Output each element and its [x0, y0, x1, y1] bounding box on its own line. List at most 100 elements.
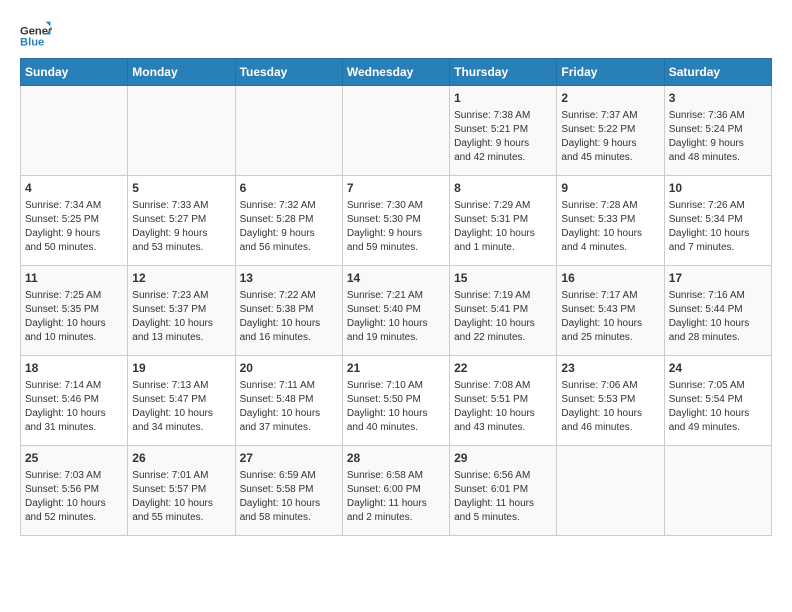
- day-info: Sunrise: 7:38 AM Sunset: 5:21 PM Dayligh…: [454, 109, 552, 165]
- day-info: Sunrise: 7:10 AM Sunset: 5:50 PM Dayligh…: [347, 379, 445, 435]
- calendar-cell: 23 Sunrise: 7:06 AM Sunset: 5:53 PM Dayli…: [557, 356, 664, 446]
- weekday-header-monday: Monday: [128, 59, 235, 86]
- day-info: Sunrise: 7:05 AM Sunset: 5:54 PM Dayligh…: [669, 379, 767, 435]
- day-info: Sunrise: 7:06 AM Sunset: 5:53 PM Dayligh…: [561, 379, 659, 435]
- calendar-week-1: 1 Sunrise: 7:38 AM Sunset: 5:21 PM Daylig…: [21, 86, 772, 176]
- logo-icon: General Blue: [20, 20, 52, 48]
- calendar-cell: 25Sunrise: 7:03 AM Sunset: 5:56 PM Dayli…: [21, 446, 128, 536]
- calendar-cell: 15 Sunrise: 7:19 AM Sunset: 5:41 PM Dayli…: [450, 266, 557, 356]
- calendar-table: SundayMondayTuesdayWednesdayThursdayFrid…: [20, 58, 772, 536]
- day-number: 16: [561, 270, 659, 287]
- day-number: 22: [454, 360, 552, 377]
- day-number: 26: [132, 450, 230, 467]
- calendar-cell: 27 Sunrise: 6:59 AM Sunset: 5:58 PM Dayli…: [235, 446, 342, 536]
- day-info: Sunrise: 7:23 AM Sunset: 5:37 PM Dayligh…: [132, 289, 230, 345]
- day-number: 19: [132, 360, 230, 377]
- weekday-header-tuesday: Tuesday: [235, 59, 342, 86]
- day-info: Sunrise: 7:21 AM Sunset: 5:40 PM Dayligh…: [347, 289, 445, 345]
- calendar-cell: [235, 86, 342, 176]
- svg-text:General: General: [20, 25, 52, 37]
- day-number: 2: [561, 90, 659, 107]
- day-info: Sunrise: 7:11 AM Sunset: 5:48 PM Dayligh…: [240, 379, 338, 435]
- weekday-header-thursday: Thursday: [450, 59, 557, 86]
- calendar-cell: 22 Sunrise: 7:08 AM Sunset: 5:51 PM Dayli…: [450, 356, 557, 446]
- calendar-cell: 11 Sunrise: 7:25 AM Sunset: 5:35 PM Dayli…: [21, 266, 128, 356]
- day-number: 10: [669, 180, 767, 197]
- day-info: Sunrise: 7:01 AM Sunset: 5:57 PM Dayligh…: [132, 469, 230, 525]
- calendar-cell: 28Sunrise: 6:58 AM Sunset: 6:00 PM Dayli…: [342, 446, 449, 536]
- day-info: Sunrise: 7:36 AM Sunset: 5:24 PM Dayligh…: [669, 109, 767, 165]
- day-info: Sunrise: 7:17 AM Sunset: 5:43 PM Dayligh…: [561, 289, 659, 345]
- day-info: Sunrise: 7:03 AM Sunset: 5:56 PM Dayligh…: [25, 469, 123, 525]
- calendar-cell: 4 Sunrise: 7:34 AM Sunset: 5:25 PM Daylig…: [21, 176, 128, 266]
- calendar-cell: 24Sunrise: 7:05 AM Sunset: 5:54 PM Dayli…: [664, 356, 771, 446]
- calendar-week-2: 4 Sunrise: 7:34 AM Sunset: 5:25 PM Daylig…: [21, 176, 772, 266]
- day-info: Sunrise: 6:59 AM Sunset: 5:58 PM Dayligh…: [240, 469, 338, 525]
- day-number: 13: [240, 270, 338, 287]
- calendar-cell: 13 Sunrise: 7:22 AM Sunset: 5:38 PM Dayli…: [235, 266, 342, 356]
- day-number: 21: [347, 360, 445, 377]
- calendar-cell: 1 Sunrise: 7:38 AM Sunset: 5:21 PM Daylig…: [450, 86, 557, 176]
- day-info: Sunrise: 7:19 AM Sunset: 5:41 PM Dayligh…: [454, 289, 552, 345]
- day-number: 4: [25, 180, 123, 197]
- day-number: 23: [561, 360, 659, 377]
- calendar-cell: [557, 446, 664, 536]
- calendar-cell: 29 Sunrise: 6:56 AM Sunset: 6:01 PM Dayli…: [450, 446, 557, 536]
- day-number: 5: [132, 180, 230, 197]
- day-number: 27: [240, 450, 338, 467]
- day-number: 7: [347, 180, 445, 197]
- page-header: General Blue: [20, 20, 772, 48]
- day-number: 11: [25, 270, 123, 287]
- day-number: 15: [454, 270, 552, 287]
- calendar-cell: 17 Sunrise: 7:16 AM Sunset: 5:44 PM Dayli…: [664, 266, 771, 356]
- weekday-header-saturday: Saturday: [664, 59, 771, 86]
- logo: General Blue: [20, 20, 52, 48]
- calendar-cell: [128, 86, 235, 176]
- day-info: Sunrise: 7:25 AM Sunset: 5:35 PM Dayligh…: [25, 289, 123, 345]
- day-number: 3: [669, 90, 767, 107]
- svg-text:Blue: Blue: [20, 37, 44, 48]
- day-number: 12: [132, 270, 230, 287]
- calendar-cell: 6 Sunrise: 7:32 AM Sunset: 5:28 PM Daylig…: [235, 176, 342, 266]
- calendar-cell: 2 Sunrise: 7:37 AM Sunset: 5:22 PM Daylig…: [557, 86, 664, 176]
- calendar-cell: 9 Sunrise: 7:28 AM Sunset: 5:33 PM Daylig…: [557, 176, 664, 266]
- calendar-cell: 19 Sunrise: 7:13 AM Sunset: 5:47 PM Dayli…: [128, 356, 235, 446]
- calendar-week-3: 11 Sunrise: 7:25 AM Sunset: 5:35 PM Dayli…: [21, 266, 772, 356]
- day-number: 9: [561, 180, 659, 197]
- day-info: Sunrise: 7:26 AM Sunset: 5:34 PM Dayligh…: [669, 199, 767, 255]
- day-info: Sunrise: 7:37 AM Sunset: 5:22 PM Dayligh…: [561, 109, 659, 165]
- calendar-cell: [664, 446, 771, 536]
- day-info: Sunrise: 7:08 AM Sunset: 5:51 PM Dayligh…: [454, 379, 552, 435]
- calendar-week-4: 18Sunrise: 7:14 AM Sunset: 5:46 PM Dayli…: [21, 356, 772, 446]
- calendar-cell: 26 Sunrise: 7:01 AM Sunset: 5:57 PM Dayli…: [128, 446, 235, 536]
- weekday-header-wednesday: Wednesday: [342, 59, 449, 86]
- weekday-header-friday: Friday: [557, 59, 664, 86]
- day-number: 17: [669, 270, 767, 287]
- day-info: Sunrise: 7:34 AM Sunset: 5:25 PM Dayligh…: [25, 199, 123, 255]
- day-info: Sunrise: 6:56 AM Sunset: 6:01 PM Dayligh…: [454, 469, 552, 525]
- calendar-cell: 14 Sunrise: 7:21 AM Sunset: 5:40 PM Dayli…: [342, 266, 449, 356]
- day-number: 29: [454, 450, 552, 467]
- day-info: Sunrise: 7:28 AM Sunset: 5:33 PM Dayligh…: [561, 199, 659, 255]
- day-info: Sunrise: 6:58 AM Sunset: 6:00 PM Dayligh…: [347, 469, 445, 525]
- calendar-cell: 8Sunrise: 7:29 AM Sunset: 5:31 PM Daylig…: [450, 176, 557, 266]
- calendar-cell: 10 Sunrise: 7:26 AM Sunset: 5:34 PM Dayli…: [664, 176, 771, 266]
- calendar-cell: 7 Sunrise: 7:30 AM Sunset: 5:30 PM Daylig…: [342, 176, 449, 266]
- day-number: 14: [347, 270, 445, 287]
- calendar-cell: [342, 86, 449, 176]
- day-number: 20: [240, 360, 338, 377]
- calendar-week-5: 25Sunrise: 7:03 AM Sunset: 5:56 PM Dayli…: [21, 446, 772, 536]
- calendar-cell: 18Sunrise: 7:14 AM Sunset: 5:46 PM Dayli…: [21, 356, 128, 446]
- calendar-cell: 21 Sunrise: 7:10 AM Sunset: 5:50 PM Dayli…: [342, 356, 449, 446]
- day-number: 1: [454, 90, 552, 107]
- day-info: Sunrise: 7:16 AM Sunset: 5:44 PM Dayligh…: [669, 289, 767, 345]
- calendar-cell: 5Sunrise: 7:33 AM Sunset: 5:27 PM Daylig…: [128, 176, 235, 266]
- day-info: Sunrise: 7:32 AM Sunset: 5:28 PM Dayligh…: [240, 199, 338, 255]
- day-number: 6: [240, 180, 338, 197]
- weekday-header-row: SundayMondayTuesdayWednesdayThursdayFrid…: [21, 59, 772, 86]
- day-info: Sunrise: 7:14 AM Sunset: 5:46 PM Dayligh…: [25, 379, 123, 435]
- day-info: Sunrise: 7:30 AM Sunset: 5:30 PM Dayligh…: [347, 199, 445, 255]
- day-info: Sunrise: 7:22 AM Sunset: 5:38 PM Dayligh…: [240, 289, 338, 345]
- day-info: Sunrise: 7:13 AM Sunset: 5:47 PM Dayligh…: [132, 379, 230, 435]
- calendar-cell: [21, 86, 128, 176]
